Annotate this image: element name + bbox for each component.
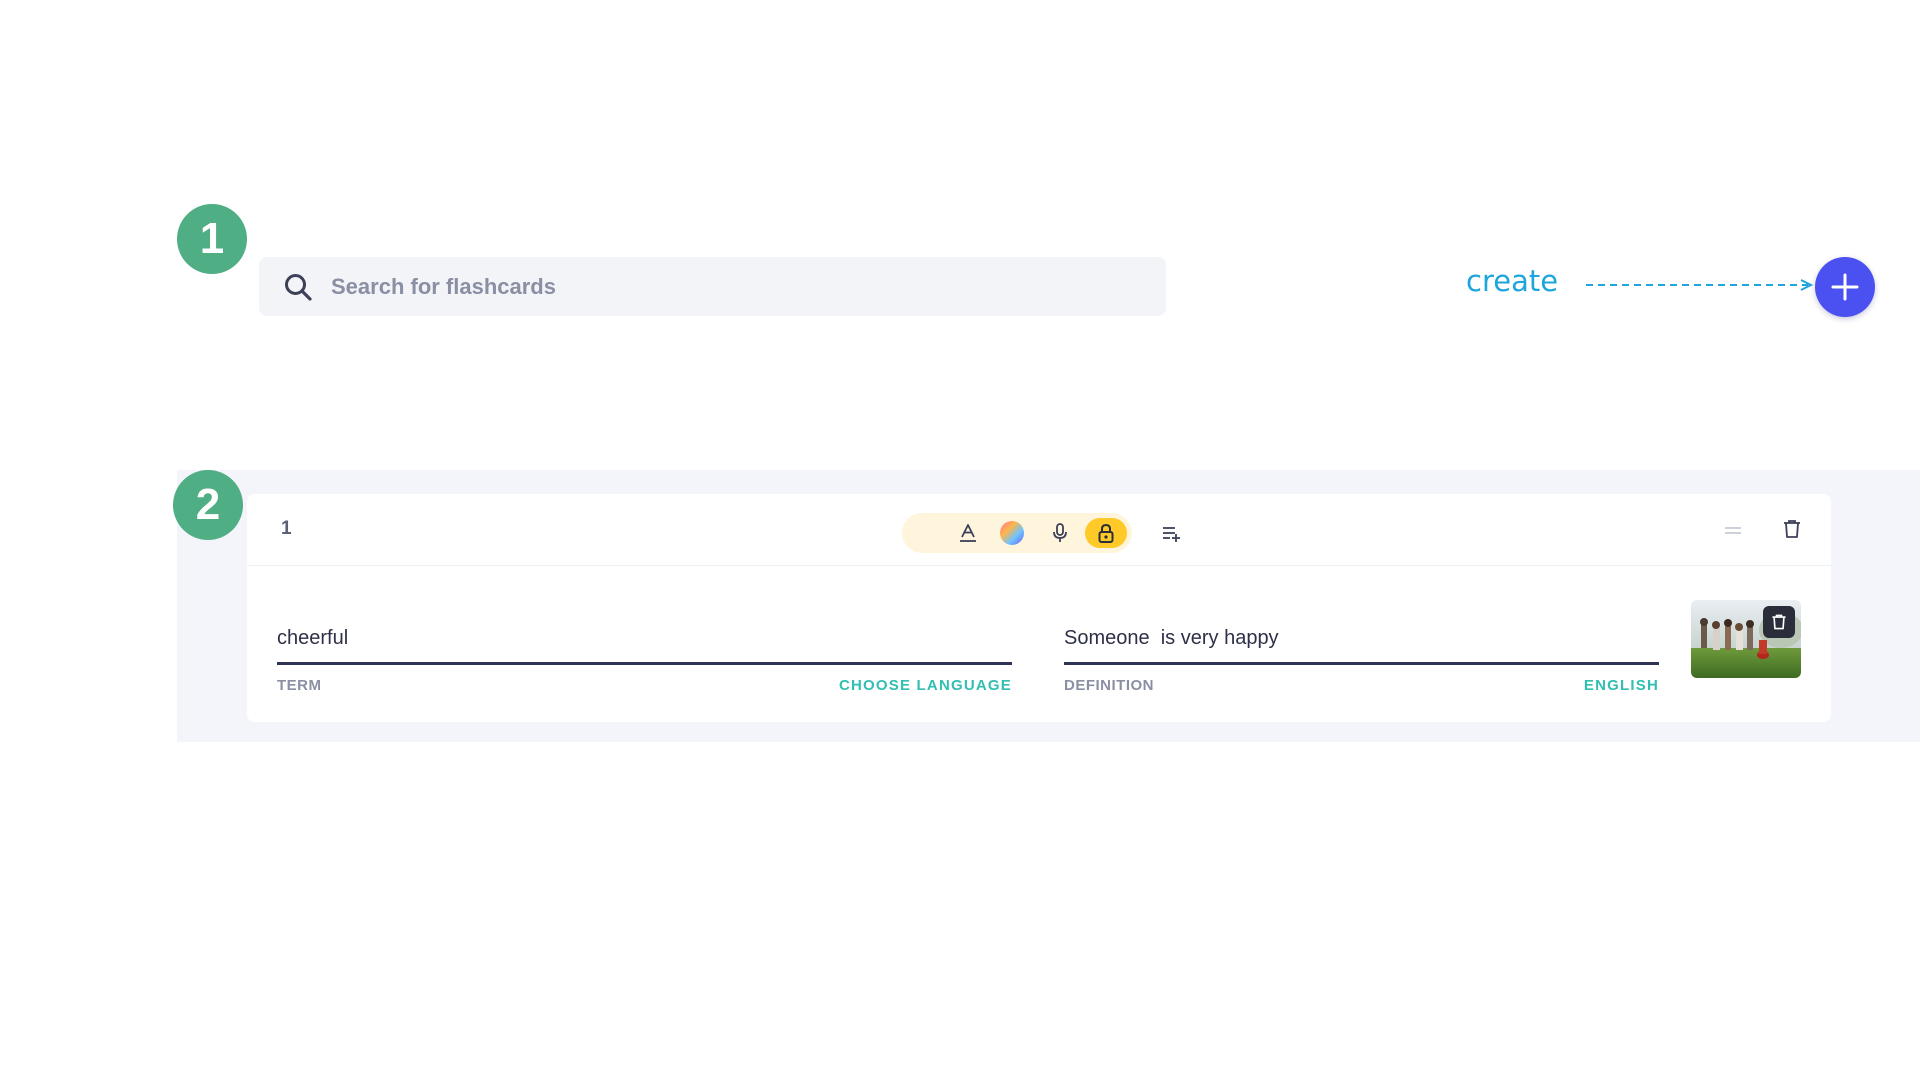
card-number: 1: [281, 518, 292, 539]
trash-icon: [1772, 614, 1786, 630]
definition-label: DEFINITION: [1064, 677, 1154, 694]
insert-list-icon[interactable]: [1157, 519, 1185, 547]
term-input[interactable]: [277, 622, 1012, 665]
flashcard-section: 1 cheerful TERM CHOOSE LANGUAGE Someone …: [177, 470, 1920, 742]
create-label: create: [1466, 264, 1559, 298]
color-palette-icon[interactable]: [998, 519, 1026, 547]
step-badge-1: 1: [177, 204, 247, 274]
plus-icon: [1831, 273, 1859, 301]
delete-card-button[interactable]: [1778, 515, 1806, 543]
create-flashcard-button[interactable]: [1815, 257, 1875, 317]
delete-image-button[interactable]: [1763, 606, 1795, 638]
text-format-icon[interactable]: [954, 519, 982, 547]
flashcard: 1 cheerful TERM CHOOSE LANGUAGE Someone …: [247, 494, 1831, 722]
search-icon: [283, 272, 313, 302]
flashcard-header: 1: [247, 494, 1831, 566]
definition-field: DEFINITION ENGLISH: [1064, 622, 1659, 694]
step-badge-2: 2: [173, 470, 243, 540]
card-image[interactable]: [1691, 600, 1801, 678]
search-input[interactable]: [329, 265, 1133, 308]
page: 1 create 1: [0, 0, 1920, 1080]
formatting-toolbar: [902, 513, 1132, 553]
definition-footer: DEFINITION ENGLISH: [1064, 677, 1659, 694]
trash-icon: [1784, 520, 1800, 538]
definition-input[interactable]: [1064, 622, 1659, 665]
definition-language-link[interactable]: ENGLISH: [1584, 677, 1659, 694]
choose-language-link[interactable]: CHOOSE LANGUAGE: [839, 677, 1012, 694]
term-field: TERM CHOOSE LANGUAGE: [277, 622, 1012, 694]
search-bar[interactable]: [259, 257, 1166, 316]
dashed-arrow-icon: [1586, 279, 1814, 291]
drag-handle-icon[interactable]: [1721, 518, 1745, 542]
term-footer: TERM CHOOSE LANGUAGE: [277, 677, 1012, 694]
microphone-icon[interactable]: [1046, 519, 1074, 547]
lock-icon[interactable]: [1085, 518, 1127, 548]
term-label: TERM: [277, 677, 322, 694]
